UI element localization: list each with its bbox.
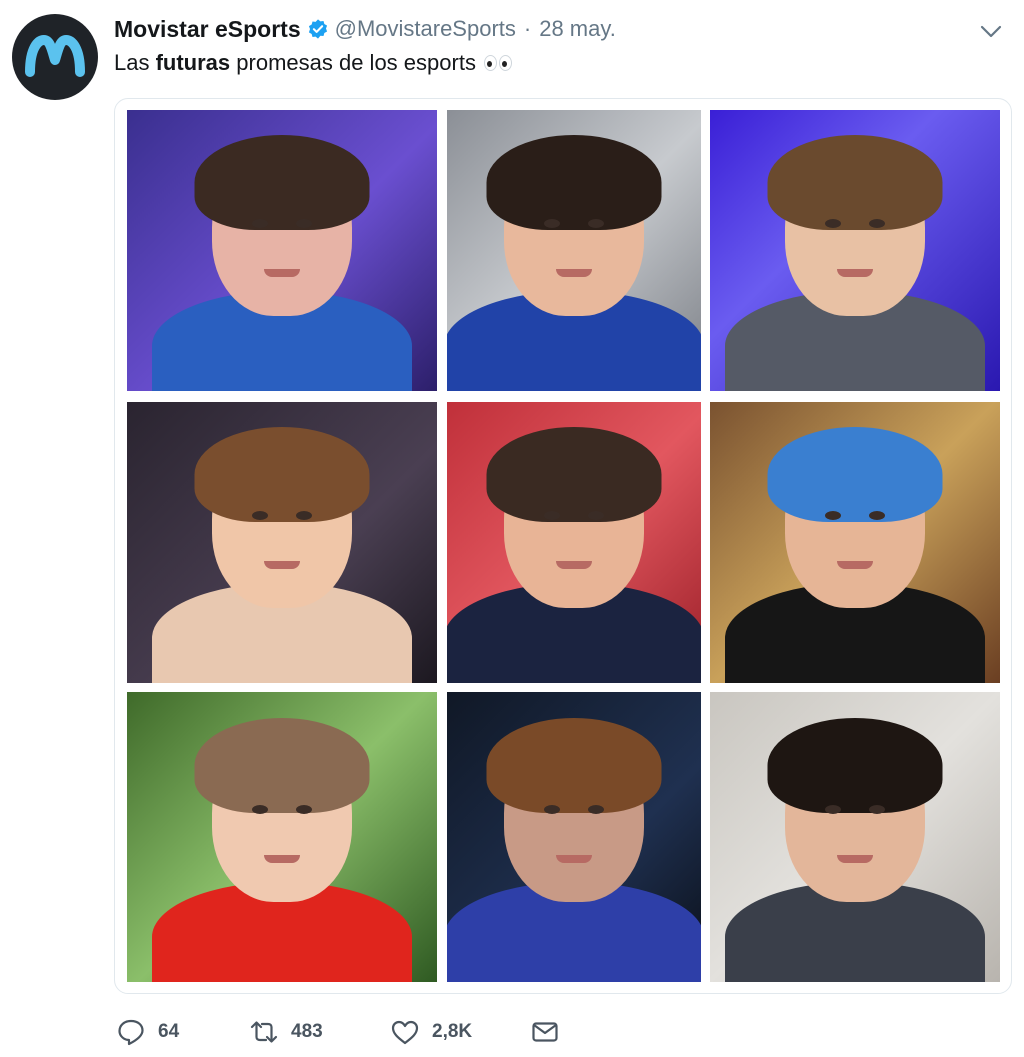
photo-hair [767,135,943,231]
direct-message-action[interactable] [530,1017,560,1047]
grid-photo[interactable] [710,692,1000,982]
photo-eye [252,804,268,814]
like-action[interactable]: 2,8K [390,1017,530,1047]
photo-mouth [837,854,873,863]
photo-hair [194,718,370,814]
tweet-text-bold: futuras [155,50,231,75]
photo-eye [544,804,560,814]
reply-icon [118,1019,144,1046]
like-count: 2,8K [432,1021,473,1042]
photo-mouth [556,560,592,569]
photo-hair [767,427,943,523]
tweet-header: Movistar eSports @MovistareSports · 28 m… [114,14,914,44]
grid-photo[interactable] [447,110,701,391]
photo-mouth [556,268,592,277]
grid-photo[interactable] [127,110,437,391]
avatar[interactable] [12,14,98,100]
tweet-text-end: promesas de los esports [230,50,476,75]
photo-hair [486,427,662,523]
photo-mouth [837,268,873,277]
separator-dot: · [523,16,532,41]
photo-eye [252,218,268,228]
photo-mouth [264,560,300,569]
photo-eye [296,804,312,814]
display-name[interactable]: Movistar eSports [114,16,301,43]
photo-hair [194,427,370,523]
tweet-text-start: Las [114,50,156,75]
movistar-logo-icon [25,35,85,77]
photo-eye [825,804,841,814]
grid-photo[interactable] [447,402,701,683]
retweet-count: 483 [291,1021,323,1042]
photo-eye [825,218,841,228]
reply-count: 64 [158,1021,180,1042]
verified-badge-icon [308,19,327,39]
photo-eye [869,804,885,814]
photo-mouth [837,560,873,569]
grid-photo[interactable] [710,110,1000,391]
media-grid-card[interactable] [114,98,1012,994]
photo-mouth [556,854,592,863]
photo-mouth [264,268,300,277]
tweet-text: Las futuras promesas de los esports [114,50,512,76]
eyes-emoji [483,55,512,71]
user-handle[interactable]: @MovistareSports [335,16,516,42]
photo-eye [252,510,268,520]
grid-photo[interactable] [447,692,701,982]
photo-eye [296,218,312,228]
photo-eye [544,510,560,520]
photo-eye [825,510,841,520]
retweet-action[interactable]: 483 [249,1017,390,1047]
photo-eye [588,510,604,520]
photo-hair [486,718,662,814]
photo-eye [869,218,885,228]
photo-hair [486,135,662,231]
grid-photo[interactable] [127,402,437,683]
tweet-date[interactable]: 28 may. [539,16,616,42]
photo-eye [296,510,312,520]
photo-eye [869,510,885,520]
photo-eye [588,804,604,814]
photo-hair [767,718,943,814]
retweet-icon [250,1021,278,1043]
grid-photo[interactable] [127,692,437,982]
direct-message-icon [532,1022,558,1042]
grid-photo[interactable] [710,402,1000,683]
photo-mouth [264,854,300,863]
reply-action[interactable]: 64 [116,1017,249,1047]
photo-hair [194,135,370,231]
photo-eye [588,218,604,228]
chevron-down-icon[interactable] [976,18,1006,44]
photo-eye [544,218,560,228]
tweet-actions: 64 483 2,8K [116,1012,560,1052]
like-icon [391,1020,419,1045]
